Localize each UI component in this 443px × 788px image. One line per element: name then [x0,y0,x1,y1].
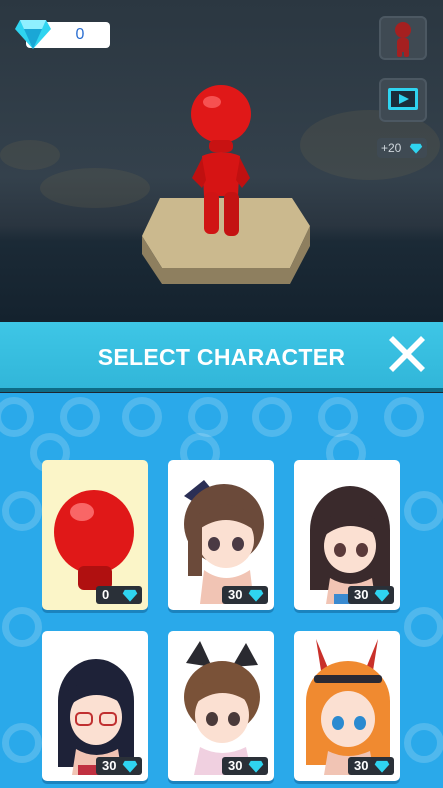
background-ring [318,397,358,437]
character-portrait [174,637,268,775]
price-tag: 30 [348,757,394,775]
video-reward: +20 [377,138,427,158]
video-icon [388,88,418,110]
panel-title: SELECT CHARACTER [97,344,346,370]
select-character-banner: SELECT CHARACTER [0,322,443,388]
diamond-icon [248,760,264,773]
character-card-girl-cat-ears[interactable]: 30 [168,631,274,781]
diamond-icon [248,589,264,602]
price-tag: 30 [96,757,142,775]
girl-portrait [300,466,394,604]
background-ring [188,397,228,437]
character-card-girl-bunny-ears[interactable]: 30 [294,631,400,781]
background-ring [252,397,292,437]
girl-portrait [300,637,394,775]
diamond-icon [374,589,390,602]
background-ring [60,397,100,437]
price-tag: 30 [222,586,268,604]
diamond-icon [409,143,423,154]
background-ring [2,491,42,531]
reward-label: +20 [381,141,402,155]
background-ring [122,397,162,437]
watch-video-button[interactable] [379,78,427,122]
background-ring [404,607,443,647]
cloud [0,140,60,170]
price-value: 30 [354,587,369,602]
close-icon[interactable] [385,332,429,376]
character-card-red-stickman[interactable]: 0 [42,460,148,610]
price-tag: 30 [348,586,394,604]
girl-portrait [174,466,268,604]
background-ring [404,491,443,531]
background-ring [2,607,42,647]
character-portrait [300,466,394,604]
diamond-icon [15,20,51,49]
character-card-girl-long-hair[interactable]: 30 [294,460,400,610]
gem-count: 0 [75,26,85,43]
price-value: 30 [354,758,369,773]
background-ring [0,397,34,437]
girl-portrait [174,637,268,775]
price-value: 30 [228,758,243,773]
character-portrait [48,637,142,775]
character-card-girl-glasses[interactable]: 30 [42,631,148,781]
character-icon [395,22,411,57]
background-ring [384,397,424,437]
character-button[interactable] [379,16,427,60]
price-tag: 0 [96,586,142,604]
background-ring [2,723,42,763]
character-card-girl-brown-hair[interactable]: 30 [168,460,274,610]
diamond-icon [122,589,138,602]
price-value: 30 [228,587,243,602]
player-character [191,85,251,236]
girl-portrait [48,637,142,775]
game-scene: 0 +20 [0,0,443,322]
diamond-icon [374,760,390,773]
character-portrait [174,466,268,604]
price-value: 30 [102,758,117,773]
character-portrait [300,637,394,775]
red-stickman-portrait [54,490,134,590]
background-ring [404,723,443,763]
price-tag: 30 [222,757,268,775]
diamond-icon [122,760,138,773]
character-portrait [48,466,142,604]
character-grid: 0 30 30 30 30 30 [0,393,443,788]
cloud [40,168,150,208]
price-value: 0 [102,587,110,602]
